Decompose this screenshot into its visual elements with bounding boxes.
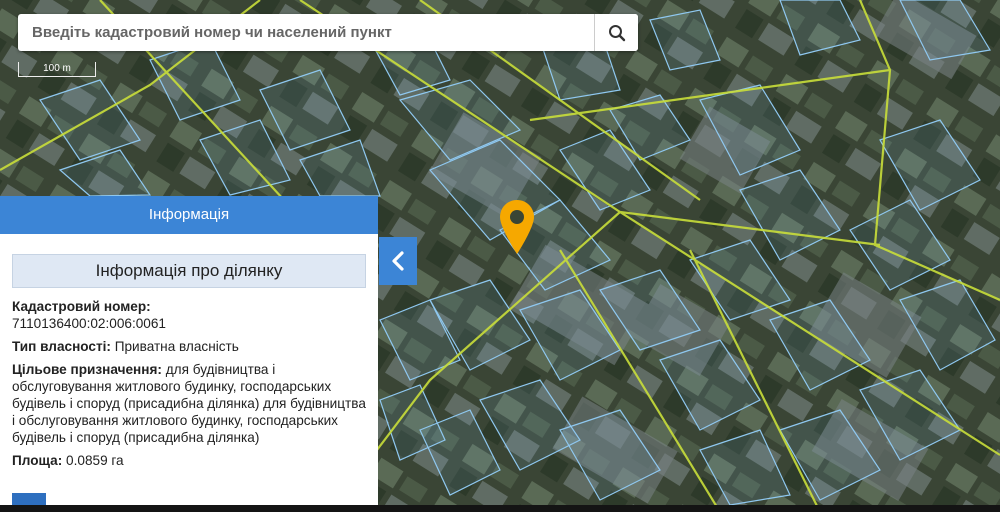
panel-body: Інформація про ділянку Кадастровий номер… <box>0 234 378 469</box>
area-row: Площа: 0.0859 га <box>12 452 366 469</box>
area-label: Площа: <box>12 453 63 468</box>
chevron-left-icon <box>392 251 404 271</box>
collapse-panel-button[interactable] <box>379 237 417 285</box>
cadastral-number-row: Кадастровий номер: 7110136400:02:006:006… <box>12 298 366 332</box>
ownership-value: Приватна власність <box>114 339 239 354</box>
info-panel: Інформація Інформація про ділянку Кадаст… <box>0 196 378 512</box>
area-value: 0.0859 га <box>66 453 124 468</box>
search-icon <box>608 24 625 41</box>
search-input[interactable] <box>18 14 594 51</box>
cadastral-number-label: Кадастровий номер: <box>12 299 151 314</box>
search-button[interactable] <box>594 14 638 51</box>
ownership-label: Тип власності: <box>12 339 111 354</box>
map-pin-icon[interactable] <box>498 198 536 256</box>
purpose-row: Цільове призначення: для будівництва і о… <box>12 361 366 446</box>
scale-bar: 100 m <box>18 62 96 77</box>
section-title: Інформація про ділянку <box>12 254 366 288</box>
cadastral-number-value: 7110136400:02:006:0061 <box>12 316 166 331</box>
purpose-label: Цільове призначення: <box>12 362 162 377</box>
scale-label: 100 m <box>43 63 71 74</box>
bottom-strip <box>0 505 1000 512</box>
search-bar <box>18 14 638 51</box>
panel-header: Інформація <box>0 196 378 234</box>
ownership-row: Тип власності: Приватна власність <box>12 338 366 355</box>
